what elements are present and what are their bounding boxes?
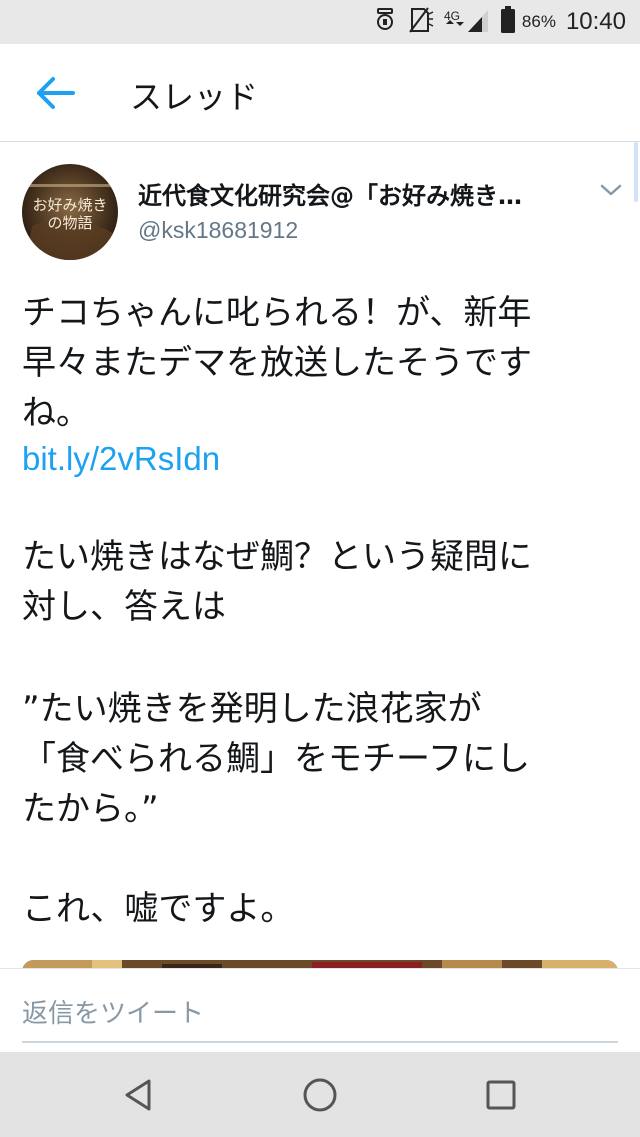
tweet-text-line: チコちゃんに叱られる！が、新年 xyxy=(22,293,532,333)
no-sim-icon xyxy=(406,6,434,38)
scroll-indicator[interactable] xyxy=(634,142,638,202)
reply-bar: 返信をツイート xyxy=(0,968,640,1052)
tweet-text-line: ”たい焼きを発明した浪花家が xyxy=(22,689,482,729)
tweet-text-line: 対し、答えは xyxy=(22,587,226,627)
back-button[interactable] xyxy=(28,68,84,118)
square-recents-icon xyxy=(486,1080,516,1110)
status-bar: 4G 86% 10:40 xyxy=(0,0,640,44)
tweet-text-line: 早々またデマを放送したそうです xyxy=(22,343,532,383)
tweet-text-line: ね。 xyxy=(22,393,90,433)
alarm-icon xyxy=(374,7,396,37)
status-icons: 4G 86% 10:40 xyxy=(374,0,626,44)
arrow-left-icon xyxy=(37,77,75,109)
reply-input-underline xyxy=(22,1041,618,1043)
battery-percent: 86% xyxy=(521,12,556,31)
nav-home-button[interactable] xyxy=(299,1074,341,1116)
tweet-media-image[interactable] xyxy=(22,960,618,968)
clock-time: 10:40 xyxy=(565,8,626,35)
signal-icon: 4G xyxy=(444,6,490,38)
circle-home-icon xyxy=(303,1078,337,1112)
reply-input[interactable]: 返信をツイート xyxy=(22,993,204,1030)
avatar[interactable]: お好み焼き の物語 xyxy=(22,164,118,260)
tweet-detail: お好み焼き の物語 近代食文化研究会@「お好み焼き… @ksk18681912 … xyxy=(0,142,640,968)
author-name[interactable]: 近代食文化研究会@「お好み焼き… xyxy=(138,176,522,211)
tweet-text-line: 「食べられる鯛」をモチーフにし xyxy=(22,739,530,779)
network-type: 4G xyxy=(444,9,460,23)
nav-recents-button[interactable] xyxy=(480,1074,522,1116)
triangle-back-icon xyxy=(125,1079,151,1111)
avatar-title-line1: お好み焼き xyxy=(32,196,107,214)
avatar-title-line2: の物語 xyxy=(47,214,92,232)
system-nav-bar xyxy=(0,1052,640,1137)
tweet-text-line: たい焼きはなぜ鯛？という疑問に xyxy=(22,537,532,577)
battery-icon xyxy=(500,6,516,38)
chevron-down-icon xyxy=(600,184,622,196)
app-bar: スレッド xyxy=(0,44,640,142)
tweet-menu-button[interactable] xyxy=(596,178,626,202)
tweet-text-line: たから。” xyxy=(22,789,159,829)
tweet-link[interactable]: bit.ly/2vRsIdn xyxy=(22,440,220,477)
nav-back-button[interactable] xyxy=(117,1074,159,1116)
tweet-link-row: bit.ly/2vRsIdn xyxy=(22,434,622,484)
tweet-text-line: これ、嘘ですよ。 xyxy=(22,889,295,929)
page-title: スレッド xyxy=(130,78,259,116)
author-handle[interactable]: @ksk18681912 xyxy=(138,217,298,244)
